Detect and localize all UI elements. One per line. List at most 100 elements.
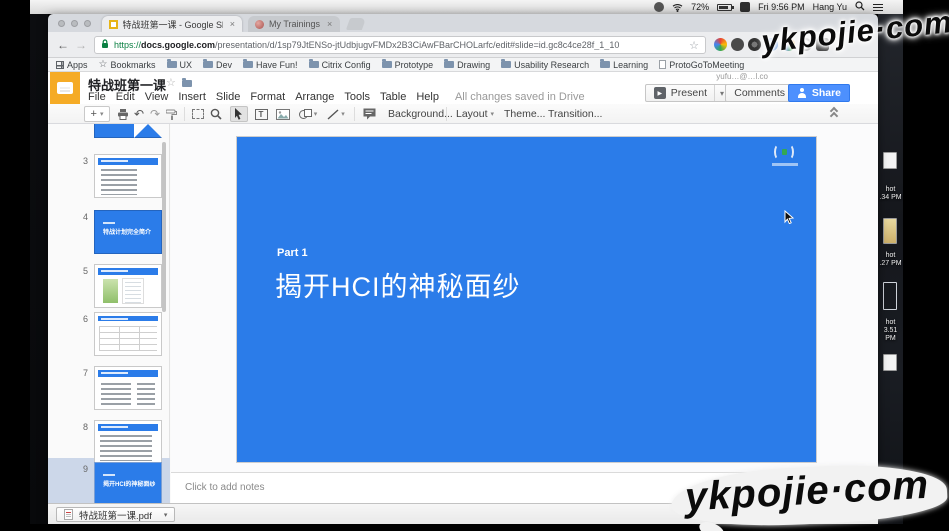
tab-google-slides[interactable]: 特战班第一课 - Google Sli... × — [102, 16, 242, 32]
desktop-file-icon[interactable] — [883, 152, 897, 169]
transition-button[interactable]: Transition... — [544, 106, 606, 122]
insert-comment-button[interactable] — [360, 106, 378, 122]
google-slides-logo[interactable] — [50, 72, 80, 104]
shape-dropdown-icon[interactable]: ▾ — [314, 110, 318, 118]
bookmark-folder-usability-research[interactable]: Usability Research — [501, 60, 589, 70]
thumbnail-slide-8[interactable] — [94, 420, 162, 464]
desktop-file-icon[interactable] — [883, 354, 897, 371]
layout-button[interactable]: Layout▾ — [452, 106, 498, 122]
paint-format-button[interactable] — [164, 106, 178, 122]
tab-close-icon[interactable]: × — [230, 19, 235, 29]
new-tab-button[interactable] — [346, 18, 366, 30]
move-to-folder-icon[interactable] — [182, 80, 192, 87]
thumbnail-slide-7[interactable] — [94, 366, 162, 410]
extension-gear-icon[interactable] — [748, 38, 761, 51]
bookmark-folder-prototype[interactable]: Prototype — [382, 60, 434, 70]
thumbnail-slide-4[interactable]: 特战计划完全简介 — [94, 210, 162, 254]
print-button[interactable] — [116, 106, 130, 122]
tab-my-trainings[interactable]: My Trainings × — [248, 16, 340, 32]
theme-button[interactable]: Theme... — [500, 106, 549, 122]
menu-tools[interactable]: Tools — [344, 91, 370, 103]
bookmark-star-icon[interactable]: ☆ — [689, 39, 699, 52]
bookmark-bookmarks[interactable]: ☆Bookmarks — [99, 59, 156, 70]
extension-icon[interactable] — [714, 38, 727, 51]
present-button[interactable]: ▶ Present ▾ — [645, 84, 733, 102]
slide-canvas[interactable]: Part 1 揭开HCI的神秘面纱 — [171, 124, 878, 503]
desktop-file-label[interactable]: hot3.51 PM — [878, 319, 903, 343]
new-slide-button[interactable]: +▾ — [84, 106, 110, 122]
current-slide[interactable]: Part 1 揭开HCI的神秘面纱 — [237, 137, 816, 462]
folder-icon — [203, 61, 213, 68]
window-zoom-button[interactable] — [84, 20, 91, 27]
extension-icon[interactable] — [731, 38, 744, 51]
desktop-file-icon[interactable] — [883, 218, 897, 244]
bookmark-folder-dev[interactable]: Dev — [203, 60, 232, 70]
insert-image-button[interactable] — [274, 106, 292, 122]
wifi-icon[interactable] — [672, 3, 683, 12]
filmstrip-scrollbar[interactable] — [162, 142, 166, 312]
tab-close-icon[interactable]: × — [327, 19, 332, 29]
menu-arrange[interactable]: Arrange — [295, 91, 334, 103]
notification-center-icon[interactable] — [873, 4, 883, 11]
select-tool-button[interactable] — [230, 106, 248, 122]
window-minimize-button[interactable] — [71, 20, 78, 27]
menu-format[interactable]: Format — [250, 91, 285, 103]
back-button[interactable]: ← — [54, 38, 72, 52]
zoom-button[interactable] — [208, 106, 224, 122]
thumbnail-slide-9-selected[interactable]: 揭开HCI的神秘面纱 — [94, 462, 162, 503]
slide-title-text[interactable]: 揭开HCI的神秘面纱 — [275, 265, 521, 304]
menu-slide[interactable]: Slide — [216, 91, 240, 103]
comments-button[interactable]: Comments — [725, 84, 794, 102]
bookmark-folder-learning[interactable]: Learning — [600, 60, 648, 70]
share-button[interactable]: Share — [788, 84, 850, 102]
bookmark-folder-have-fun[interactable]: Have Fun! — [243, 60, 298, 70]
download-options-caret-icon[interactable]: ▾ — [164, 511, 168, 519]
folder-icon — [444, 61, 454, 68]
menu-insert[interactable]: Insert — [178, 91, 206, 103]
menubar-user[interactable]: Hang Yu — [813, 2, 847, 12]
shape-tool-button[interactable]: ▾ — [296, 106, 320, 122]
bookmark-folder-drawing[interactable]: Drawing — [444, 60, 490, 70]
menubar-clock[interactable]: Fri 9:56 PM — [758, 2, 805, 12]
bookmark-folder-citrix-config[interactable]: Citrix Config — [309, 60, 371, 70]
address-bar[interactable]: https://docs.google.com/presentation/d/1… — [94, 36, 706, 54]
desktop-right-strip: hot.34 PM hot.27 PM hot3.51 PM — [878, 14, 903, 524]
pdf-file-icon — [64, 509, 73, 520]
collapse-toolbar-button[interactable] — [829, 108, 841, 120]
menu-file[interactable]: File — [88, 91, 106, 103]
desktop-file-label[interactable]: hot.34 PM — [878, 186, 903, 202]
battery-icon[interactable] — [717, 4, 732, 11]
slide-kicker-text[interactable]: Part 1 — [277, 247, 308, 259]
undo-button[interactable]: ↶ — [132, 106, 146, 122]
text-box-tool-button[interactable]: T — [252, 106, 270, 122]
spotlight-search-icon[interactable] — [855, 1, 865, 13]
thumbnail-slide-2-partial[interactable] — [94, 124, 162, 138]
menu-help[interactable]: Help — [416, 91, 439, 103]
menu-view[interactable]: View — [145, 91, 169, 103]
window-close-button[interactable] — [58, 20, 65, 27]
desktop-file-label[interactable]: hot.27 PM — [878, 252, 903, 268]
present-dropdown-icon[interactable]: ▾ — [714, 85, 724, 101]
menu-edit[interactable]: Edit — [116, 91, 135, 103]
thumbnail-slide-6[interactable] — [94, 312, 162, 356]
desktop-file-icon[interactable] — [883, 282, 897, 310]
thumbnail-slide-5[interactable] — [94, 264, 162, 308]
chrome-window: 特战班第一课 - Google Sli... × My Trainings × … — [48, 14, 878, 524]
zoom-fit-button[interactable] — [190, 106, 206, 122]
star-document-icon[interactable]: ☆ — [166, 76, 176, 89]
redo-button[interactable]: ↷ — [148, 106, 162, 122]
slide-number: 8 — [62, 422, 88, 432]
status-icon[interactable] — [654, 2, 664, 12]
menu-table[interactable]: Table — [380, 91, 406, 103]
bookmark-apps[interactable]: Apps — [56, 60, 88, 70]
thumbnail-slide-3[interactable] — [94, 154, 162, 198]
downloaded-file-button[interactable]: 特战班第一课.pdf ▾ — [56, 507, 175, 522]
menubar-app-icon[interactable] — [740, 2, 750, 12]
forward-button[interactable]: → — [72, 38, 90, 52]
bookmark-protogotomeeting[interactable]: ProtoGoToMeeting — [659, 60, 744, 70]
new-slide-dropdown-icon[interactable]: ▾ — [100, 110, 104, 118]
line-tool-button[interactable]: ▾ — [324, 106, 348, 122]
line-dropdown-icon[interactable]: ▾ — [341, 110, 345, 118]
bookmark-folder-ux[interactable]: UX — [167, 60, 193, 70]
notes-placeholder[interactable]: Click to add notes — [185, 482, 265, 493]
